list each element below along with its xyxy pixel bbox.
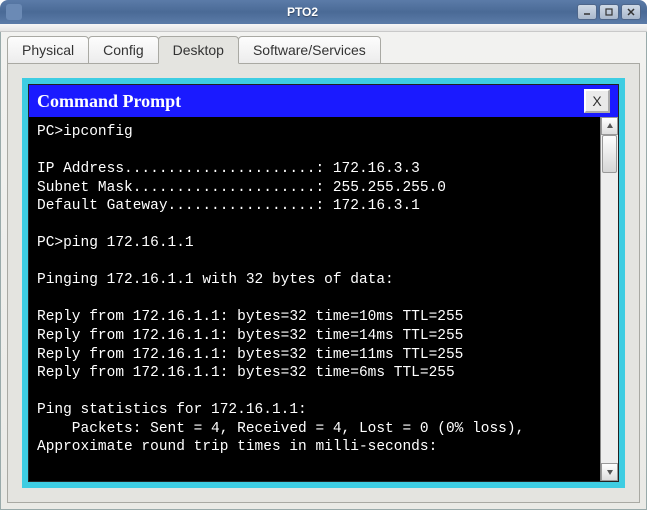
desktop-panel: Command Prompt X PC>ipconfig IP Address.… (22, 78, 625, 488)
app-icon (6, 4, 22, 20)
tab-physical[interactable]: Physical (7, 36, 89, 63)
app-window: PTO2 Physical Config Desktop Software/Se… (0, 0, 647, 510)
vertical-scrollbar[interactable] (600, 117, 618, 481)
scroll-up-arrow-icon[interactable] (601, 117, 618, 135)
tab-config[interactable]: Config (88, 36, 158, 63)
window-controls (577, 4, 641, 20)
command-prompt-title: Command Prompt (37, 91, 181, 112)
tab-desktop[interactable]: Desktop (158, 36, 239, 64)
command-prompt-titlebar: Command Prompt X (29, 85, 618, 117)
window-title: PTO2 (28, 5, 577, 19)
terminal-wrap: PC>ipconfig IP Address..................… (29, 117, 618, 481)
scroll-thumb[interactable] (602, 135, 617, 173)
close-button[interactable] (621, 4, 641, 20)
tab-body: Command Prompt X PC>ipconfig IP Address.… (7, 63, 640, 503)
tab-bar: Physical Config Desktop Software/Service… (1, 32, 646, 63)
scroll-down-arrow-icon[interactable] (601, 463, 618, 481)
command-prompt-close-button[interactable]: X (584, 89, 610, 113)
maximize-button[interactable] (599, 4, 619, 20)
scroll-track[interactable] (601, 135, 618, 463)
tab-software-services[interactable]: Software/Services (238, 36, 381, 63)
terminal-output[interactable]: PC>ipconfig IP Address..................… (29, 117, 600, 481)
command-prompt-window: Command Prompt X PC>ipconfig IP Address.… (28, 84, 619, 482)
menubar (0, 24, 647, 32)
minimize-button[interactable] (577, 4, 597, 20)
titlebar: PTO2 (0, 0, 647, 24)
workspace: Physical Config Desktop Software/Service… (0, 32, 647, 510)
